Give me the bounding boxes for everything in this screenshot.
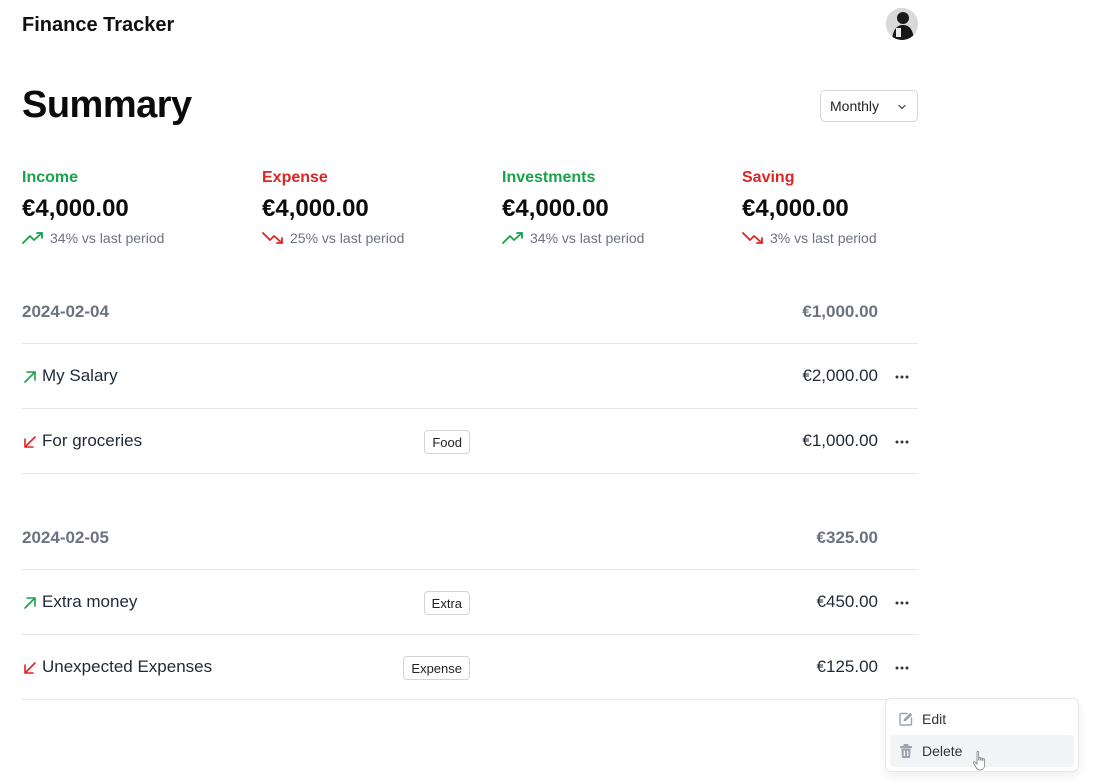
- stat-trend: 25% vs last period: [262, 230, 492, 246]
- menu-item-label: Delete: [922, 743, 963, 759]
- more-options-button[interactable]: [892, 594, 912, 612]
- stat-amount: €4,000.00: [742, 195, 849, 222]
- stat-expense: Expense €4,000.00 25% vs last period: [262, 168, 492, 246]
- main-content: Finance Tracker Summary Monthly Income €…: [22, 0, 918, 700]
- stat-trend-text: 34% vs last period: [50, 230, 165, 246]
- stat-trend: 34% vs last period: [22, 230, 252, 246]
- transaction-row[interactable]: My Salary €2,000.00: [22, 344, 918, 409]
- period-select[interactable]: Monthly: [820, 90, 918, 122]
- trending-up-icon: [502, 232, 523, 244]
- group-header: 2024-02-04 €1,000.00: [22, 288, 918, 344]
- trending-down-icon: [262, 232, 283, 244]
- stat-income: Income €4,000.00 34% vs last period: [22, 168, 252, 246]
- menu-item-delete[interactable]: Delete: [890, 735, 1074, 767]
- chevron-down-icon: [898, 104, 906, 110]
- arrow-down-left-icon: [24, 436, 36, 448]
- group-header: 2024-02-05 €325.00: [22, 514, 918, 570]
- transaction-description: Extra money: [42, 592, 138, 611]
- stat-label: Saving: [742, 169, 795, 186]
- stat-trend: 34% vs last period: [502, 230, 732, 246]
- stat-trend-text: 34% vs last period: [530, 230, 645, 246]
- category-badge: Extra: [423, 591, 470, 615]
- group-date: 2024-02-05: [22, 528, 109, 547]
- group-total: €1,000.00: [802, 302, 878, 321]
- transaction-row[interactable]: For groceries Food €1,000.00: [22, 409, 918, 474]
- transaction-row[interactable]: Unexpected Expenses Expense €125.00: [22, 635, 918, 700]
- menu-item-edit[interactable]: Edit: [890, 703, 1074, 735]
- transaction-group: 2024-02-04 €1,000.00 My Salary €2,000.00…: [22, 288, 918, 474]
- app-header: Finance Tracker: [22, 0, 918, 56]
- transaction-amount: €125.00: [816, 657, 878, 676]
- transaction-description: Unexpected Expenses: [42, 657, 213, 676]
- group-total: €325.00: [816, 528, 878, 547]
- category-badge: Expense: [403, 656, 470, 680]
- stats-section: Income €4,000.00 34% vs last period Expe…: [22, 168, 918, 288]
- ellipsis-icon: [895, 375, 909, 379]
- more-options-button[interactable]: [892, 368, 912, 386]
- more-options-button[interactable]: [892, 433, 912, 451]
- arrow-down-left-icon: [24, 662, 36, 674]
- stat-investments: Investments €4,000.00 34% vs last period: [502, 168, 732, 246]
- stat-saving: Saving €4,000.00 3% vs last period: [742, 168, 972, 246]
- avatar[interactable]: [886, 8, 918, 40]
- transaction-amount: €2,000.00: [802, 366, 878, 385]
- stat-trend: 3% vs last period: [742, 230, 972, 246]
- group-date: 2024-02-04: [22, 302, 109, 321]
- transaction-amount: €450.00: [816, 592, 878, 611]
- transaction-row[interactable]: Extra money Extra €450.00: [22, 570, 918, 635]
- stat-label: Investments: [502, 169, 596, 186]
- arrow-up-right-icon: [24, 371, 36, 383]
- stat-trend-text: 25% vs last period: [290, 230, 405, 246]
- menu-item-label: Edit: [922, 711, 947, 727]
- trending-up-icon: [22, 232, 43, 244]
- stat-label: Income: [22, 169, 79, 186]
- category-badge: Food: [424, 430, 470, 454]
- app-title: Finance Tracker: [22, 14, 175, 36]
- transaction-description: For groceries: [42, 431, 143, 450]
- edit-icon: [899, 712, 913, 726]
- context-menu: Edit Delete: [885, 698, 1079, 772]
- stat-amount: €4,000.00: [262, 195, 369, 222]
- stat-label: Expense: [262, 169, 328, 186]
- trash-icon: [900, 744, 912, 758]
- transaction-amount: €1,000.00: [802, 431, 878, 450]
- ellipsis-icon: [895, 601, 909, 605]
- ellipsis-icon: [895, 666, 909, 670]
- ellipsis-icon: [895, 440, 909, 444]
- transaction-description: My Salary: [42, 366, 118, 385]
- more-options-button[interactable]: [892, 659, 912, 677]
- period-select-value: Monthly: [830, 98, 880, 114]
- stat-amount: €4,000.00: [502, 195, 609, 222]
- trending-down-icon: [742, 232, 763, 244]
- arrow-up-right-icon: [24, 597, 36, 609]
- page-title: Summary: [22, 84, 192, 126]
- stat-trend-text: 3% vs last period: [770, 230, 877, 246]
- summary-header: Summary Monthly: [22, 84, 918, 168]
- transaction-group: 2024-02-05 €325.00 Extra money Extra €45…: [22, 514, 918, 700]
- stat-amount: €4,000.00: [22, 195, 129, 222]
